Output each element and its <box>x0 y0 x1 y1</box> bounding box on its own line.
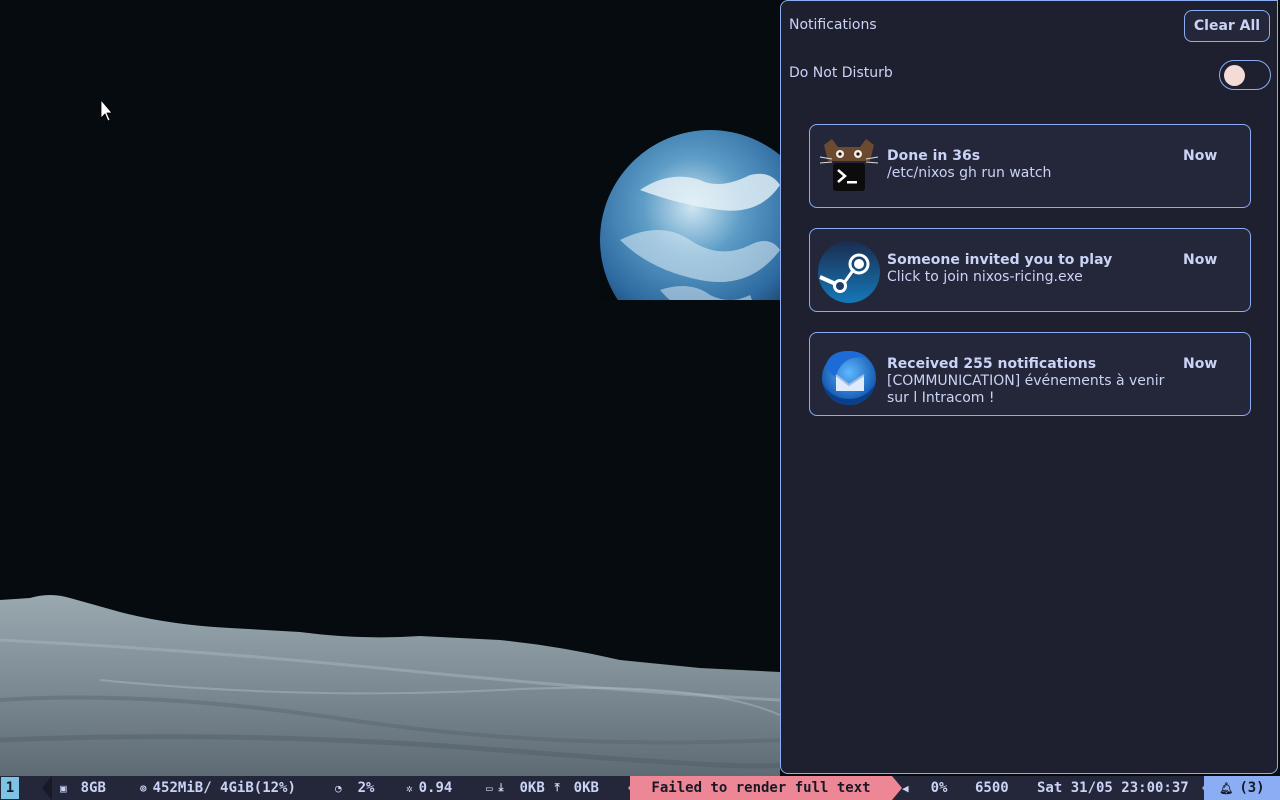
workspace-indicator: 1 <box>0 776 20 800</box>
workspace-button[interactable]: 1 <box>0 776 20 800</box>
load-value: 0.94 <box>418 780 453 796</box>
cpu-module[interactable]: ◔ 2% <box>335 776 374 800</box>
memory-value: 452MiB/ 4GiB(12%) <box>152 780 296 796</box>
separator-chevron <box>42 776 52 800</box>
memory-icon: ⊚ <box>140 781 147 795</box>
volume-value: 0% <box>930 780 948 796</box>
notification-body: [COMMUNICATION] événements à venir sur l… <box>887 373 1165 406</box>
notification-time: Now <box>1183 252 1218 268</box>
do-not-disturb-label: Do Not Disturb <box>789 65 893 81</box>
notification-module[interactable]: 🔔︎ (3) <box>1204 776 1280 800</box>
network-module[interactable]: ▭ ⤓ 0KB ⤒ 0KB <box>486 776 599 800</box>
notification-time: Now <box>1183 148 1218 164</box>
network-icon: ▭ <box>486 781 493 795</box>
notification-card[interactable]: Someone invited you to play Click to joi… <box>809 228 1251 312</box>
download-icon: ⤓ <box>498 781 504 794</box>
status-bar: 1 ▣ 8GB ⊚ 452MiB/ 4GiB(12%) ◔ 2% ✲ 0.94 … <box>0 776 1280 800</box>
notification-body: Click to join nixos-ricing.exe <box>887 269 1083 285</box>
desktop-wallpaper: Notifications Clear All Do Not Disturb D… <box>0 0 1280 776</box>
temperature-value: 6500 <box>975 780 1009 796</box>
notification-time: Now <box>1183 356 1218 372</box>
disk-module[interactable]: ▣ 8GB <box>60 776 106 800</box>
notification-card[interactable]: Done in 36s /etc/nixos gh run watch Now <box>809 124 1251 208</box>
steam-icon <box>818 241 880 303</box>
thunderbird-icon <box>822 351 876 405</box>
notification-card[interactable]: Received 255 notifications [COMMUNICATIO… <box>809 332 1251 416</box>
net-up-value: 0KB <box>573 780 599 796</box>
bell-icon: 🔔︎ <box>1219 781 1234 795</box>
volume-module[interactable]: ◀ 0% <box>902 776 947 800</box>
memory-module[interactable]: ⊚ 452MiB/ 4GiB(12%) <box>140 776 296 800</box>
temperature-module[interactable]: 6500 <box>975 776 1009 800</box>
notification-body: /etc/nixos gh run watch <box>887 165 1052 181</box>
disk-icon: ▣ <box>60 781 67 795</box>
notification-summary: Received 255 notifications <box>887 356 1097 372</box>
load-module[interactable]: ✲ 0.94 <box>406 776 452 800</box>
notification-summary: Someone invited you to play <box>887 252 1113 268</box>
terminal-cat-icon <box>819 139 879 191</box>
cpu-icon: ◔ <box>335 781 342 795</box>
notification-center-title: Notifications <box>789 17 877 33</box>
notification-count: (3) <box>1239 780 1265 796</box>
disk-value: 8GB <box>80 780 106 796</box>
toggle-knob <box>1224 65 1245 86</box>
upload-icon: ⤒ <box>554 781 560 794</box>
gear-icon: ✲ <box>406 781 413 795</box>
separator-chevron <box>892 776 902 800</box>
speaker-icon: ◀ <box>902 781 909 795</box>
clear-all-button[interactable]: Clear All <box>1184 10 1270 42</box>
cpu-value: 2% <box>357 780 375 796</box>
datetime-value: Sat 31/05 23:00:37 <box>1037 780 1189 796</box>
notification-summary: Done in 36s <box>887 148 981 164</box>
net-down-value: 0KB <box>519 780 545 796</box>
clock-module[interactable]: Sat 31/05 23:00:37 <box>1037 776 1189 800</box>
notification-center: Notifications Clear All Do Not Disturb D… <box>780 0 1278 774</box>
error-module[interactable]: Failed to render full text <box>630 776 892 800</box>
do-not-disturb-toggle[interactable] <box>1219 60 1271 90</box>
